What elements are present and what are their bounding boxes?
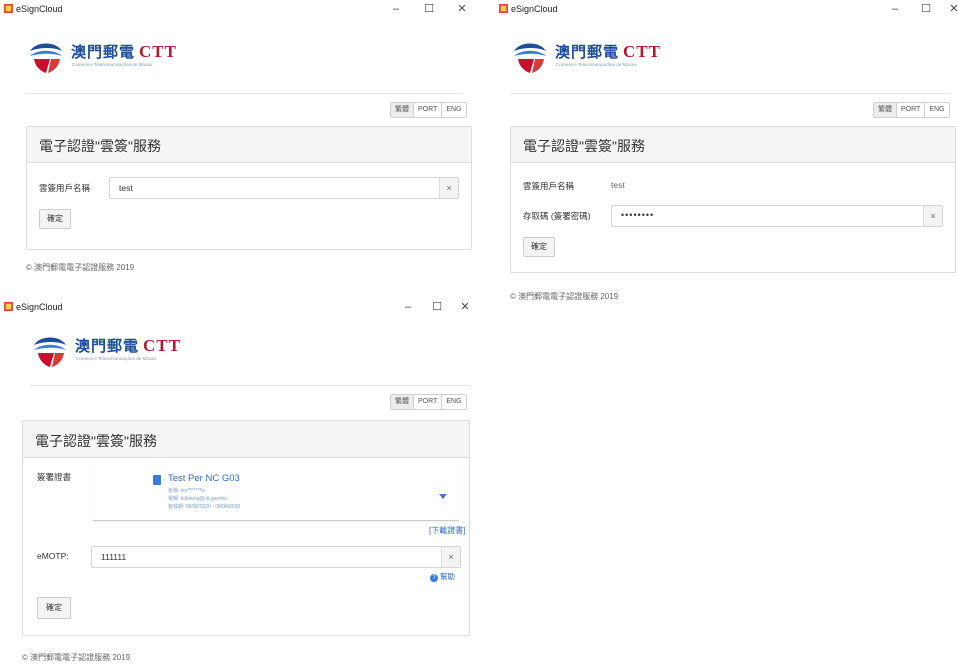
certificate-icon: [153, 475, 161, 485]
access-code-label: 存取碼 (簽署密碼): [523, 211, 591, 221]
maximize-button[interactable]: ☐: [426, 300, 448, 314]
footer-copyright: © 澳門郵電電子認證服務 2019: [510, 292, 619, 301]
app-icon: [4, 302, 13, 311]
window-access-code: eSignCloud – ☐ ✕ 澳門郵電 CTT Correios e Tele…: [495, 0, 958, 310]
logo-subtitle: Correios e Telecomunicações de Macau: [556, 62, 636, 67]
divider: [26, 93, 462, 94]
footer-copyright: © 澳門郵電電子認證服務 2019: [22, 653, 131, 662]
certificate-label: 簽署證書: [37, 472, 72, 482]
lang-eng[interactable]: ENG: [442, 395, 465, 409]
minimize-button[interactable]: –: [884, 2, 906, 16]
help-icon: ?: [430, 574, 438, 582]
ctt-logo: 澳門郵電 CTT Correios e Telecomunicações de M…: [26, 37, 176, 77]
logo-text: 澳門郵電 CTT: [71, 41, 177, 62]
ctt-emblem-icon: [514, 43, 546, 73]
panel-title: 電子認證"雲簽"服務: [523, 138, 645, 154]
certificate-email: 電郵: felixlung@ctt.gov.mo: [168, 496, 227, 502]
service-panel: 電子認證"雲簽"服務 雲簽用戶名稱 test × 確定: [26, 126, 472, 250]
title-bar[interactable]: eSignCloud – ☐ ✕: [495, 0, 958, 18]
minimize-button[interactable]: –: [397, 300, 419, 314]
ctt-emblem-icon: [34, 337, 66, 367]
username-input[interactable]: test ×: [109, 177, 459, 199]
panel-header: 電子認證"雲簽"服務: [23, 421, 469, 458]
emotp-input[interactable]: 111111 ×: [91, 546, 461, 568]
maximize-button[interactable]: ☐: [418, 2, 440, 16]
username-label: 雲簽用戶名稱: [39, 183, 91, 193]
maximize-button[interactable]: ☐: [915, 2, 937, 16]
download-certificate-link[interactable]: [下載證書]: [429, 525, 465, 536]
service-panel: 電子認證"雲簽"服務 簽署證書 Test Per NC G03 名稱: tes*…: [22, 420, 470, 636]
window-certificate: eSignCloud – ☐ ✕ 澳門郵電 CTT Correios e Tele…: [0, 298, 478, 672]
help-label: 幫助: [440, 572, 455, 581]
emotp-value: 111111: [101, 552, 127, 562]
window-username: eSignCloud – ☐ ✕ 澳門郵電 CTT Correios e Tele…: [0, 0, 478, 287]
divider: [510, 93, 950, 94]
confirm-button[interactable]: 確定: [39, 209, 71, 229]
username-value: test: [611, 180, 625, 190]
service-panel: 電子認證"雲簽"服務 雲簽用戶名稱 test 存取碼 (簽署密碼) ••••••…: [510, 126, 956, 273]
close-button[interactable]: ✕: [943, 2, 958, 16]
panel-header: 電子認證"雲簽"服務: [511, 127, 955, 163]
panel-title: 電子認證"雲簽"服務: [35, 433, 157, 449]
logo-ctt: CTT: [623, 42, 661, 61]
clear-username-button[interactable]: ×: [439, 178, 458, 198]
divider: [30, 385, 470, 386]
window-title: eSignCloud: [16, 302, 63, 312]
clear-access-code-button[interactable]: ×: [923, 206, 942, 226]
lang-trad-chinese[interactable]: 繁體: [874, 103, 897, 117]
certificate-name: Test Per NC G03: [168, 473, 240, 484]
minimize-button[interactable]: –: [385, 2, 407, 16]
lang-port[interactable]: PORT: [897, 103, 926, 117]
help-link[interactable]: ? 幫助: [430, 571, 455, 582]
logo-subtitle: Correios e Telecomunicações de Macau: [72, 62, 152, 67]
title-bar[interactable]: eSignCloud – ☐ ✕: [0, 0, 478, 18]
close-button[interactable]: ✕: [454, 300, 476, 314]
logo-chinese: 澳門郵電: [71, 43, 136, 61]
language-switcher: 繁體 PORT ENG: [873, 102, 950, 118]
panel-title: 電子認證"雲簽"服務: [39, 138, 161, 154]
logo-text: 澳門郵電 CTT: [75, 335, 181, 356]
language-switcher: 繁體 PORT ENG: [390, 102, 467, 118]
certificate-holder: 名稱: tes*******ts: [168, 488, 205, 494]
emotp-label: eMOTP:: [37, 551, 69, 561]
lang-trad-chinese[interactable]: 繁體: [391, 103, 414, 117]
lang-port[interactable]: PORT: [414, 395, 443, 409]
app-icon: [499, 4, 508, 13]
close-button[interactable]: ✕: [451, 2, 473, 16]
logo-ctt: CTT: [143, 336, 181, 355]
footer-copyright: © 澳門郵電電子認證服務 2019: [26, 263, 135, 272]
confirm-button[interactable]: 確定: [523, 237, 555, 257]
lang-eng[interactable]: ENG: [442, 103, 465, 117]
username-label: 雲簽用戶名稱: [523, 181, 575, 191]
ctt-logo: 澳門郵電 CTT Correios e Telecomunicações de M…: [30, 331, 180, 371]
certificate-validity: 有效期: 08/06/2020 - 08/06/2030: [168, 504, 241, 510]
ctt-emblem-icon: [30, 43, 62, 73]
confirm-button[interactable]: 確定: [37, 597, 71, 619]
logo-ctt: CTT: [139, 42, 177, 61]
username-value: test: [119, 183, 133, 193]
clear-emotp-button[interactable]: ×: [441, 547, 460, 567]
language-switcher: 繁體 PORT ENG: [390, 394, 467, 410]
lang-port[interactable]: PORT: [414, 103, 443, 117]
window-title: eSignCloud: [16, 4, 63, 14]
access-code-input[interactable]: •••••••• ×: [611, 205, 943, 227]
chevron-down-icon[interactable]: [439, 494, 447, 499]
panel-header: 電子認證"雲簽"服務: [27, 127, 471, 163]
logo-chinese: 澳門郵電: [75, 337, 140, 355]
window-title: eSignCloud: [511, 4, 558, 14]
lang-eng[interactable]: ENG: [925, 103, 948, 117]
title-bar[interactable]: eSignCloud – ☐ ✕: [0, 298, 478, 316]
access-code-value: ••••••••: [621, 210, 655, 220]
ctt-logo: 澳門郵電 CTT Correios e Telecomunicações de M…: [510, 37, 660, 77]
app-icon: [4, 4, 13, 13]
logo-text: 澳門郵電 CTT: [555, 41, 661, 62]
logo-chinese: 澳門郵電: [555, 43, 620, 61]
certificate-select[interactable]: Test Per NC G03 名稱: tes*******ts 電郵: fel…: [93, 465, 459, 521]
logo-subtitle: Correios e Telecomunicações de Macau: [76, 356, 156, 361]
lang-trad-chinese[interactable]: 繁體: [391, 395, 414, 409]
